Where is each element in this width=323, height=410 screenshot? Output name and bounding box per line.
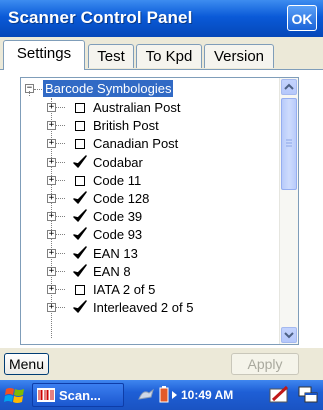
tree-item-label[interactable]: Code 11 <box>93 173 141 188</box>
taskbar-clock[interactable]: 10:49 AM <box>181 388 233 402</box>
checked-checkbox-icon[interactable] <box>73 264 87 278</box>
tree-item-label[interactable]: Code 39 <box>93 209 142 224</box>
unchecked-checkbox[interactable] <box>75 175 85 186</box>
scroll-down-button[interactable] <box>281 327 297 343</box>
tree-item-label[interactable]: Code 128 <box>93 191 149 206</box>
scroll-thumb[interactable] <box>281 98 297 190</box>
tab-to-kpd[interactable]: To Kpd <box>136 44 202 68</box>
tree-item-label[interactable]: Australian Post <box>93 100 180 115</box>
tree-item[interactable]: + Canadian Post <box>21 135 279 153</box>
tree-item-label[interactable]: Canadian Post <box>93 136 178 151</box>
taskbar: Scan... 10:49 AM <box>0 380 323 410</box>
tree-item-label[interactable]: EAN 8 <box>93 264 131 279</box>
symbology-tree[interactable]: − Barcode Symbologies + Australian Post + B… <box>20 77 299 345</box>
expand-icon[interactable]: + <box>47 248 56 258</box>
ok-button[interactable]: OK <box>287 5 317 31</box>
tree-item[interactable]: + Australian Post <box>21 99 279 117</box>
unchecked-checkbox[interactable] <box>75 285 85 295</box>
expand-icon[interactable]: + <box>47 103 56 112</box>
expand-icon[interactable]: + <box>47 157 56 167</box>
tree-root-label[interactable]: Barcode Symbologies <box>43 80 174 97</box>
tree-item[interactable]: + Code 128 <box>21 190 279 208</box>
expand-icon[interactable]: + <box>47 303 56 313</box>
checked-checkbox-icon[interactable] <box>73 191 87 205</box>
vertical-scrollbar[interactable] <box>279 78 298 344</box>
grip-icon <box>286 139 292 147</box>
input-panel-icon[interactable] <box>269 385 291 405</box>
tree-item[interactable]: + EAN 13 <box>21 245 279 263</box>
apply-button[interactable]: Apply <box>231 353 299 375</box>
unchecked-checkbox[interactable] <box>75 103 85 113</box>
expand-icon[interactable]: + <box>47 266 56 276</box>
expand-icon[interactable]: + <box>47 212 56 222</box>
expand-icon[interactable]: + <box>47 121 56 131</box>
tab-version[interactable]: Version <box>204 44 274 68</box>
expand-icon[interactable]: + <box>47 285 56 294</box>
connectivity-icon[interactable] <box>137 387 157 403</box>
scroll-up-button[interactable] <box>281 79 297 95</box>
taskbar-task-label: Scan... <box>59 388 101 403</box>
desktop-windows-icon[interactable] <box>297 385 319 405</box>
tree-item-label[interactable]: Code 93 <box>93 227 142 242</box>
tab-strip: Settings Test To Kpd Version <box>0 37 323 70</box>
tree-item[interactable]: + Codabar <box>21 154 279 172</box>
settings-panel: − Barcode Symbologies + Australian Post + B… <box>0 69 323 348</box>
expand-icon[interactable]: + <box>47 194 56 203</box>
unchecked-checkbox[interactable] <box>75 121 85 132</box>
barcode-icon <box>37 388 55 402</box>
tree-connector <box>34 89 42 90</box>
tree-item[interactable]: + Code 39 <box>21 208 279 226</box>
tree-item-label[interactable]: EAN 13 <box>93 246 138 261</box>
tree-item[interactable]: + EAN 8 <box>21 263 279 281</box>
checked-checkbox-icon[interactable] <box>73 300 87 314</box>
tree-guide-line <box>29 91 30 96</box>
command-bar: Menu Apply <box>0 348 323 380</box>
window-title: Scanner Control Panel <box>8 8 193 27</box>
tree-item[interactable]: + British Post <box>21 117 279 135</box>
expand-icon[interactable]: + <box>47 230 56 240</box>
title-bar: Scanner Control Panel OK <box>0 0 323 37</box>
tree-item[interactable]: + IATA 2 of 5 <box>21 281 279 299</box>
chevron-down-icon <box>284 332 294 339</box>
tree-item[interactable]: + Interleaved 2 of 5 <box>21 299 279 317</box>
checked-checkbox-icon[interactable] <box>73 209 87 223</box>
battery-icon[interactable] <box>157 386 171 404</box>
checked-checkbox-icon[interactable] <box>73 154 87 169</box>
tree-root-row[interactable]: − Barcode Symbologies <box>21 80 281 99</box>
taskbar-task-scan[interactable]: Scan... <box>32 383 124 407</box>
tree-item[interactable]: + Code 93 <box>21 226 279 244</box>
tree-item[interactable]: + Code 11 <box>21 172 279 190</box>
tab-test[interactable]: Test <box>88 44 134 68</box>
expand-icon[interactable]: + <box>47 175 56 185</box>
menu-button[interactable]: Menu <box>4 353 49 375</box>
chevron-up-icon <box>284 83 294 90</box>
tab-settings[interactable]: Settings <box>3 40 85 70</box>
tree-item-label[interactable]: British Post <box>93 118 159 133</box>
unchecked-checkbox[interactable] <box>75 139 85 150</box>
checked-checkbox-icon[interactable] <box>73 227 87 241</box>
tree-item-label[interactable]: Interleaved 2 of 5 <box>93 300 193 315</box>
arrow-right-icon <box>172 391 177 399</box>
expand-icon[interactable]: + <box>47 139 56 149</box>
checked-checkbox-icon[interactable] <box>73 245 87 260</box>
tree-item-label[interactable]: Codabar <box>93 155 143 170</box>
start-windows-icon[interactable] <box>4 385 26 405</box>
tree-item-label[interactable]: IATA 2 of 5 <box>93 282 155 297</box>
